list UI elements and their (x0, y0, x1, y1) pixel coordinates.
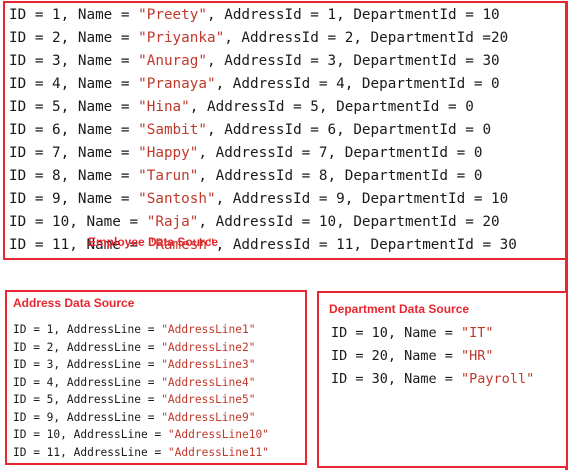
address-row-prefix: ID = 2, AddressLine = (13, 340, 162, 354)
address-row-prefix: ID = 4, AddressLine = (13, 375, 162, 389)
address-row: ID = 10, AddressLine = "AddressLine10" (13, 426, 269, 443)
employee-row-prefix: ID = 4, Name = (9, 76, 139, 92)
department-row: ID = 10, Name = "IT" (331, 322, 494, 344)
address-row: ID = 3, AddressLine = "AddressLine3" (13, 356, 255, 373)
employee-name-value: "Santosh" (138, 191, 216, 207)
employee-data-source-caption: Employee Data Source (88, 235, 219, 249)
employee-row-suffix: , AddressId = 10, DepartmentId = 20 (198, 214, 500, 230)
address-row-prefix: ID = 11, AddressLine = (13, 445, 168, 459)
employee-row-prefix: ID = 8, Name = (9, 168, 139, 184)
address-row: ID = 9, AddressLine = "AddressLine9" (13, 409, 255, 426)
employee-row-suffix: , AddressId = 2, DepartmentId =20 (224, 30, 509, 46)
employee-row-prefix: ID = 6, Name = (9, 122, 139, 138)
address-line-value: "AddressLine11" (167, 445, 269, 459)
department-row: ID = 30, Name = "Payroll" (331, 368, 534, 390)
employee-row: ID = 8, Name = "Tarun", AddressId = 8, D… (9, 165, 482, 188)
address-row: ID = 2, AddressLine = "AddressLine2" (13, 339, 255, 356)
employee-row-suffix: , AddressId = 3, DepartmentId = 30 (207, 53, 500, 69)
employee-row: ID = 1, Name = "Preety", AddressId = 1, … (9, 4, 500, 27)
department-data-source-caption: Department Data Source (329, 302, 470, 316)
address-row-prefix: ID = 5, AddressLine = (13, 393, 162, 406)
address-row: ID = 4, AddressLine = "AddressLine4" (13, 374, 255, 391)
employee-row: ID = 3, Name = "Anurag", AddressId = 3, … (9, 50, 500, 73)
address-line-value: "AddressLine10" (167, 428, 269, 441)
employee-data-source-box: ID = 1, Name = "Preety", AddressId = 1, … (3, 1, 567, 260)
employee-row-suffix: , AddressId = 5, DepartmentId = 0 (189, 99, 474, 115)
address-row-prefix: ID = 1, AddressLine = (13, 323, 162, 336)
address-line-value: "AddressLine9" (161, 410, 256, 424)
address-row: ID = 5, AddressLine = "AddressLine5" (13, 391, 255, 408)
employee-name-value: "Preety" (138, 7, 207, 23)
employee-row-prefix: ID = 1, Name = (9, 7, 139, 23)
employee-row: ID = 11, Name = "Ramesh", AddressId = 11… (9, 234, 517, 257)
address-line-value: "AddressLine1" (161, 323, 256, 336)
employee-row: ID = 5, Name = "Hina", AddressId = 5, De… (9, 96, 474, 119)
address-row: ID = 11, AddressLine = "AddressLine11" (13, 444, 269, 461)
employee-name-value: "Raja" (146, 214, 199, 230)
employee-row: ID = 9, Name = "Santosh", AddressId = 9,… (9, 188, 508, 211)
employee-row-prefix: ID = 3, Name = (9, 53, 139, 69)
department-row-prefix: ID = 20, Name = (331, 348, 462, 364)
employee-name-value: "Tarun" (138, 168, 199, 184)
address-line-value: "AddressLine5" (161, 393, 256, 406)
employee-row-suffix: , AddressId = 1, DepartmentId = 10 (207, 7, 500, 23)
address-row-prefix: ID = 3, AddressLine = (13, 358, 162, 371)
employee-name-value: "Priyanka" (138, 30, 225, 46)
address-data-source-box: Address Data Source ID = 1, AddressLine … (5, 290, 307, 465)
employee-row-prefix: ID = 2, Name = (9, 30, 139, 46)
department-name-value: "HR" (461, 348, 494, 364)
employee-name-value: "Anurag" (138, 53, 207, 69)
employee-name-value: "Hina" (138, 99, 190, 115)
employee-row-suffix: , AddressId = 6, DepartmentId = 0 (207, 122, 492, 138)
address-data-source-caption: Address Data Source (13, 296, 135, 310)
employee-row-suffix: , AddressId = 4, DepartmentId = 0 (215, 76, 500, 92)
employee-row: ID = 2, Name = "Priyanka", AddressId = 2… (9, 27, 508, 50)
employee-row-suffix: , AddressId = 9, DepartmentId = 10 (215, 191, 509, 207)
employee-row-suffix: , AddressId = 7, DepartmentId = 0 (198, 145, 483, 161)
employee-row-suffix: , AddressId = 11, DepartmentId = 30 (215, 237, 517, 253)
employee-row: ID = 6, Name = "Sambit", AddressId = 6, … (9, 119, 491, 142)
address-row: ID = 1, AddressLine = "AddressLine1" (13, 321, 255, 338)
employee-name-value: "Happy" (138, 145, 199, 161)
address-line-value: "AddressLine2" (161, 340, 256, 354)
department-row-prefix: ID = 10, Name = (331, 325, 462, 341)
employee-row: ID = 10, Name = "Raja", AddressId = 10, … (9, 211, 500, 234)
employee-row-prefix: ID = 10, Name = (9, 214, 147, 230)
address-line-value: "AddressLine3" (161, 358, 256, 371)
employee-row-prefix: ID = 7, Name = (9, 145, 139, 161)
department-name-value: "Payroll" (461, 371, 535, 387)
employee-row: ID = 7, Name = "Happy", AddressId = 7, D… (9, 142, 482, 165)
employee-row-suffix: , AddressId = 8, DepartmentId = 0 (198, 168, 483, 184)
department-row-prefix: ID = 30, Name = (331, 371, 462, 387)
address-line-value: "AddressLine4" (161, 375, 256, 389)
department-data-source-box: Department Data Source ID = 10, Name = "… (317, 291, 568, 468)
employee-name-value: "Pranaya" (138, 76, 216, 92)
department-row: ID = 20, Name = "HR" (331, 345, 494, 367)
employee-row-prefix: ID = 5, Name = (9, 99, 139, 115)
department-name-value: "IT" (461, 325, 494, 341)
employee-name-value: "Sambit" (138, 122, 207, 138)
employee-row-prefix: ID = 9, Name = (9, 191, 139, 207)
address-row-prefix: ID = 10, AddressLine = (13, 428, 168, 441)
address-row-prefix: ID = 9, AddressLine = (13, 410, 162, 424)
employee-row: ID = 4, Name = "Pranaya", AddressId = 4,… (9, 73, 500, 96)
